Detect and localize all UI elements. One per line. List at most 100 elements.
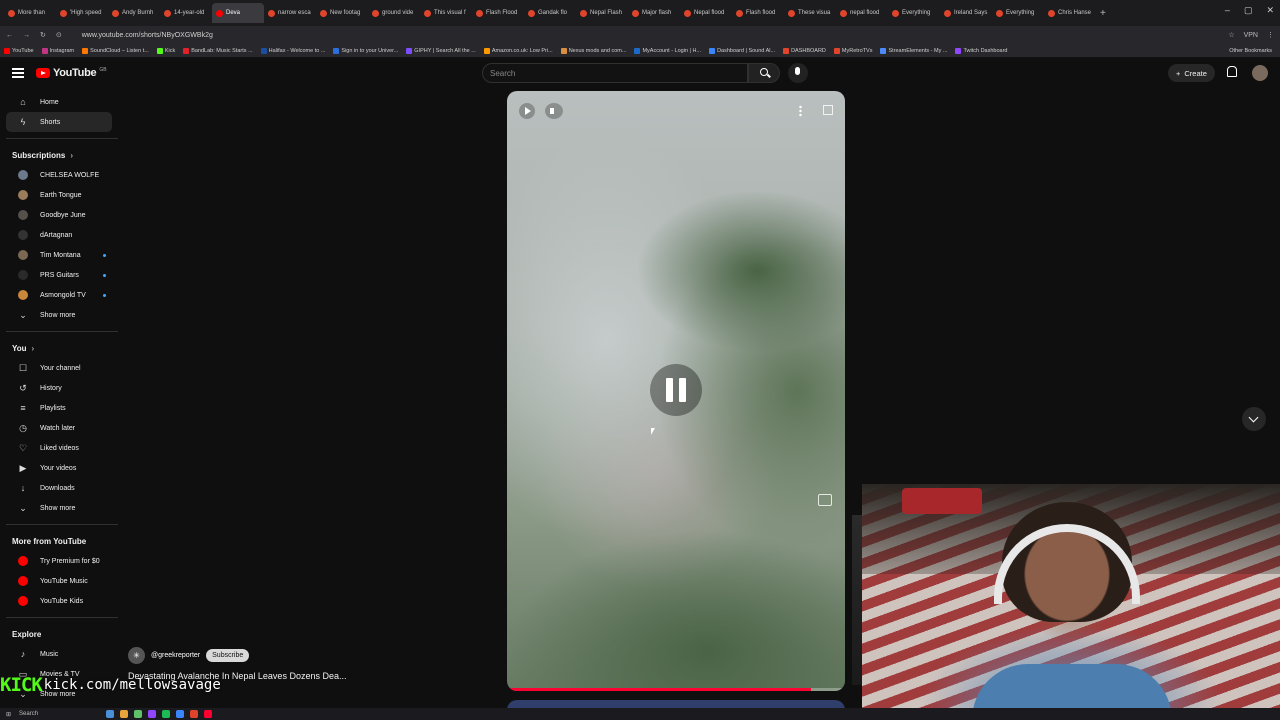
browser-tab[interactable]: 'High speed xyxy=(56,3,108,23)
pause-icon[interactable] xyxy=(650,364,702,416)
start-icon[interactable]: ⊞ xyxy=(6,711,11,718)
browser-tab[interactable]: Andy Burnh xyxy=(108,3,160,23)
bookmark-item[interactable]: Dashboard | Sound Al... xyxy=(709,47,775,54)
subscription-item[interactable]: PRS Guitars xyxy=(6,265,112,285)
browser-tab[interactable]: Chris Hanse xyxy=(1044,3,1096,23)
subscription-item[interactable]: Goodbye June xyxy=(6,205,112,225)
next-short-button[interactable] xyxy=(1242,407,1266,431)
browser-tab[interactable]: ground vide xyxy=(368,3,420,23)
voice-search-icon[interactable] xyxy=(788,63,808,83)
browser-tab[interactable]: More than xyxy=(4,3,56,23)
subscriptions-heading[interactable]: Subscriptions › xyxy=(0,145,118,165)
close-icon[interactable]: ✕ xyxy=(1266,5,1274,16)
browser-tab[interactable]: New footag xyxy=(316,3,368,23)
reload-icon[interactable]: ↻ xyxy=(40,31,46,39)
bookmark-item[interactable]: Sign in to your Univer... xyxy=(333,47,398,54)
subscription-item[interactable]: Tim Montana xyxy=(6,245,112,265)
browser-tab[interactable]: Major flash xyxy=(628,3,680,23)
browser-tab[interactable]: Everything xyxy=(992,3,1044,23)
new-tab-button[interactable]: + xyxy=(1100,8,1106,19)
hamburger-menu-icon[interactable] xyxy=(12,68,24,78)
sidebar-item-you[interactable]: ▶ Your videos xyxy=(6,458,112,478)
bookmark-item[interactable]: YouTube xyxy=(4,47,34,54)
sidebar-item-you[interactable]: ◷ Watch later xyxy=(6,418,112,438)
show-more-you[interactable]: ⌄ Show more xyxy=(6,498,112,518)
maximize-icon[interactable]: ▢ xyxy=(1244,5,1253,16)
shorts-video-player[interactable] xyxy=(507,91,845,691)
more-from-youtube-heading[interactable]: More from YouTube xyxy=(0,531,118,551)
other-bookmarks[interactable]: Other Bookmarks xyxy=(1229,48,1280,54)
subscribe-button[interactable]: Subscribe xyxy=(206,649,250,662)
browser-tab[interactable]: This visual f xyxy=(420,3,472,23)
bookmark-item[interactable]: Twitch Dashboard xyxy=(955,47,1008,54)
sidebar-item-you[interactable]: ↺ History xyxy=(6,378,112,398)
forward-icon[interactable]: → xyxy=(23,32,30,39)
sidebar-item-explore[interactable]: ♪ Music xyxy=(6,644,112,664)
bookmark-item[interactable]: Nexus mods and com... xyxy=(560,47,626,54)
bookmark-item[interactable]: Instagram xyxy=(41,47,74,54)
bookmark-item[interactable]: Halifax - Welcome to ... xyxy=(260,47,325,54)
more-options-icon[interactable] xyxy=(799,105,802,117)
browser-tab[interactable]: narrow esca xyxy=(264,3,316,23)
taskbar-app-icon[interactable] xyxy=(204,710,213,718)
browser-tab[interactable]: Ireland Says xyxy=(940,3,992,23)
notifications-bell-icon[interactable] xyxy=(1226,66,1237,77)
bookmark-item[interactable]: MyRetroTVs xyxy=(833,47,872,54)
bookmark-item[interactable]: Kick xyxy=(156,47,175,54)
taskbar-app-icon[interactable] xyxy=(106,710,115,718)
taskbar-app-icon[interactable] xyxy=(120,710,129,718)
browser-tab[interactable]: 14-year-old xyxy=(160,3,212,23)
vpn-badge[interactable]: VPN xyxy=(1244,32,1258,39)
bookmark-item[interactable]: Amazon.co.uk: Low Pri... xyxy=(483,47,553,54)
taskbar-app-icon[interactable] xyxy=(176,710,185,718)
browser-tab[interactable]: Deva xyxy=(212,3,264,23)
browser-tab[interactable]: Nepal Flash xyxy=(576,3,628,23)
more-from-youtube-item[interactable]: YouTube Music xyxy=(6,571,112,591)
subscription-item[interactable]: CHELSEA WOLFE xyxy=(6,165,112,185)
sidebar-item-you[interactable]: ↓ Downloads xyxy=(6,478,112,498)
fullscreen-icon[interactable] xyxy=(823,105,833,115)
video-progress-bar[interactable] xyxy=(507,688,845,691)
browser-tab[interactable]: Everything xyxy=(888,3,940,23)
youtube-logo[interactable]: YouTube GB xyxy=(36,67,107,79)
subscription-item[interactable]: dArtagnan xyxy=(6,225,112,245)
browser-tab[interactable]: Gandak flo xyxy=(524,3,576,23)
sidebar-item-you[interactable]: ≡ Playlists xyxy=(6,398,112,418)
extensions-icon[interactable]: ⋮ xyxy=(1267,31,1274,39)
bookmark-item[interactable]: StreamElements - My ... xyxy=(880,47,947,54)
sidebar-item-shorts[interactable]: ϟ Shorts xyxy=(6,112,112,132)
channel-avatar[interactable]: ✳ xyxy=(128,647,145,664)
browser-tab[interactable]: Flash Flood xyxy=(472,3,524,23)
sidebar-item-home[interactable]: ⌂ Home xyxy=(6,92,112,112)
bookmark-star-icon[interactable]: ☆ xyxy=(1228,31,1234,39)
sidebar-item-you[interactable]: ♡ Liked videos xyxy=(6,438,112,458)
sidebar-item-you[interactable]: ☐ Your channel xyxy=(6,358,112,378)
subscription-item[interactable]: Asmongold TV xyxy=(6,285,112,305)
taskbar-app-icon[interactable] xyxy=(162,710,171,718)
search-input[interactable]: Search xyxy=(482,63,748,83)
subscription-item[interactable]: Earth Tongue xyxy=(6,185,112,205)
bookmark-item[interactable]: DASHBOARD xyxy=(783,47,826,54)
search-button[interactable] xyxy=(748,63,780,83)
play-icon[interactable] xyxy=(519,103,535,119)
browser-tab[interactable]: nepal flood xyxy=(836,3,888,23)
bookmark-item[interactable]: SoundCloud – Listen t... xyxy=(82,47,149,54)
minimize-icon[interactable]: – xyxy=(1225,5,1230,16)
browser-tab[interactable]: These visua xyxy=(784,3,836,23)
taskbar-app-icon[interactable] xyxy=(190,710,199,718)
taskbar-app-icon[interactable] xyxy=(134,710,143,718)
site-info-icon[interactable]: ⊙ xyxy=(56,31,62,39)
you-heading[interactable]: You › xyxy=(0,338,118,358)
more-from-youtube-item[interactable]: Try Premium for $0 xyxy=(6,551,112,571)
bookmark-item[interactable]: MyAccount - Login | H... xyxy=(634,47,701,54)
show-more-subscriptions[interactable]: ⌄ Show more xyxy=(6,305,112,325)
account-avatar[interactable] xyxy=(1252,65,1268,81)
browser-tab[interactable]: Flash flood xyxy=(732,3,784,23)
create-button[interactable]: + Create xyxy=(1168,64,1215,82)
taskbar-app-icon[interactable] xyxy=(148,710,157,718)
channel-name[interactable]: @greekreporter xyxy=(151,652,200,659)
taskbar-search[interactable]: Search xyxy=(19,711,38,717)
miniplayer-icon[interactable] xyxy=(818,494,832,506)
explore-heading[interactable]: Explore xyxy=(0,624,118,644)
volume-icon[interactable] xyxy=(545,103,563,119)
